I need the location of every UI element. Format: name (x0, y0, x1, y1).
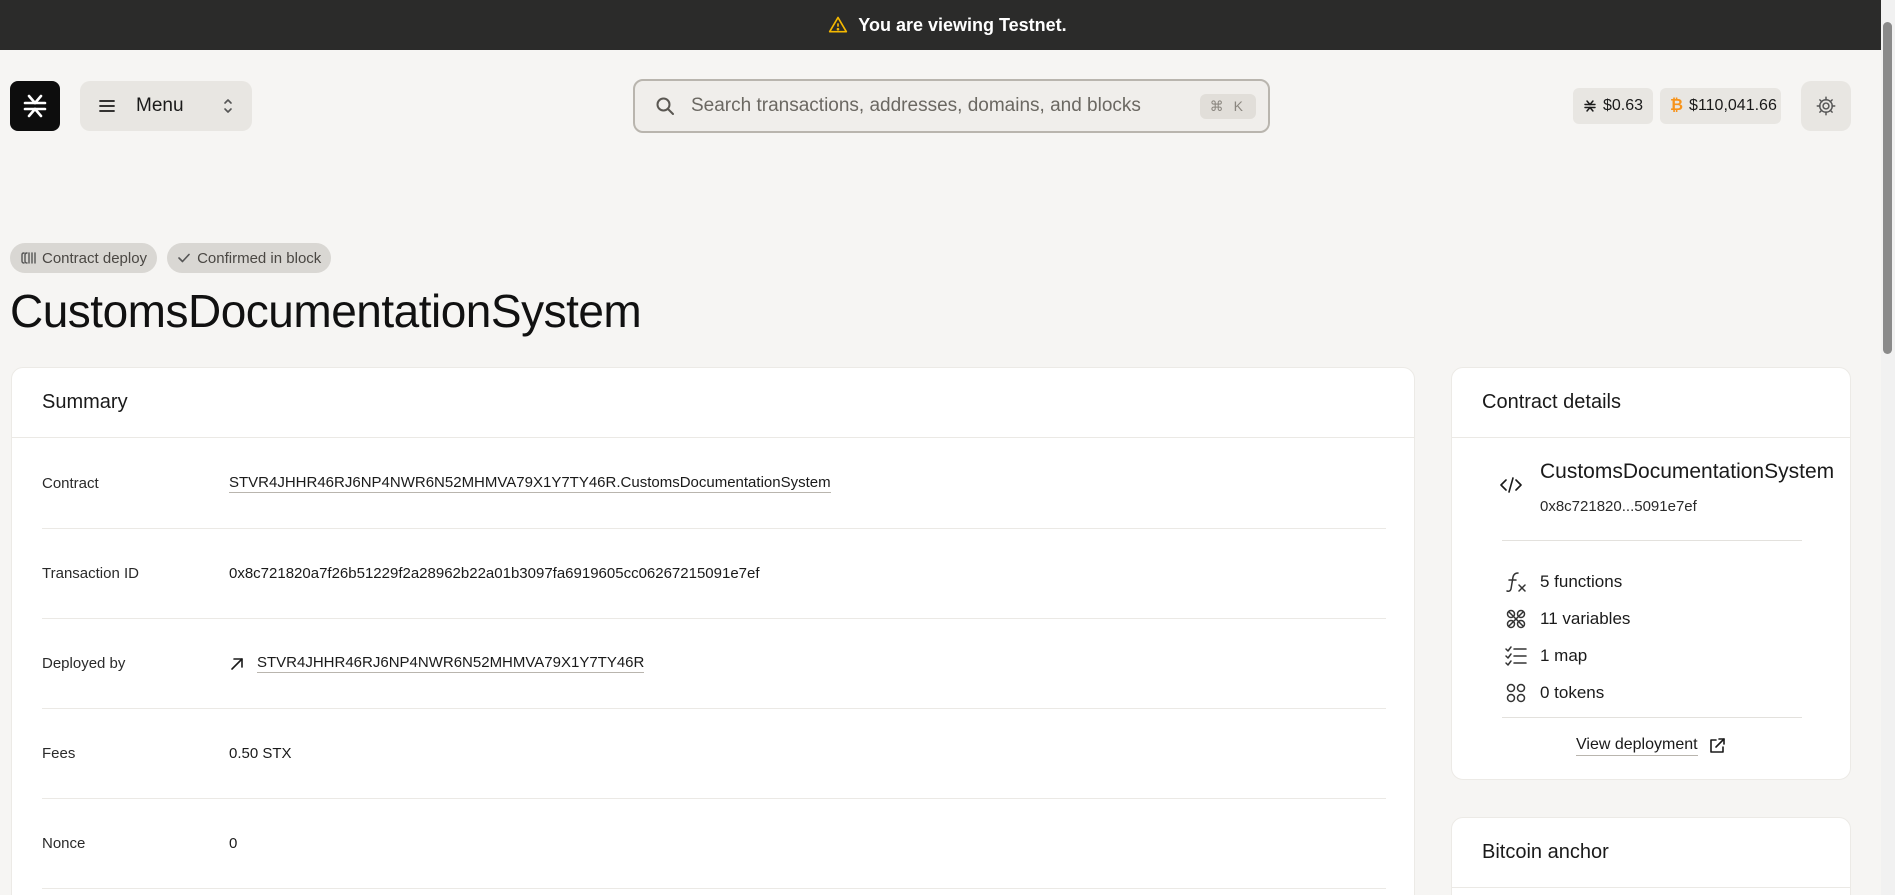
warning-icon (829, 16, 848, 33)
stat-functions: 5 functions (1504, 563, 1630, 600)
banner-text: You are viewing Testnet. (858, 14, 1067, 35)
view-deployment-link[interactable]: View deployment (1576, 736, 1726, 756)
contract-details-card: Contract details CustomsDocumentationSys… (1451, 367, 1851, 780)
search-shortcut: ⌘ K (1199, 93, 1256, 119)
contract-name: CustomsDocumentationSystem (1540, 460, 1835, 483)
divider (1502, 717, 1802, 718)
menu-label: Menu (136, 95, 184, 116)
check-icon (178, 253, 190, 263)
stat-tokens: 0 tokens (1504, 674, 1630, 711)
testnet-banner: You are viewing Testnet. (0, 0, 1895, 50)
scrollbar[interactable] (1881, 0, 1895, 895)
row-label: Transaction ID (42, 565, 139, 582)
summary-card: Summary Contract STVR4JHHR46RJ6NP4NWR6N5… (11, 367, 1415, 895)
page-title: CustomsDocumentationSystem (10, 285, 642, 337)
stat-label: 11 variables (1540, 608, 1631, 628)
summary-row-transaction-id: Transaction ID 0x8c721820a7f26b51229f2a2… (42, 529, 1386, 619)
contract-id-link[interactable]: STVR4JHHR46RJ6NP4NWR6N52MHMVA79X1Y7TY46R… (229, 474, 831, 493)
stat-label: 0 tokens (1540, 682, 1605, 702)
list-check-icon (1505, 645, 1527, 666)
bitcoin-anchor-title: Bitcoin anchor (1452, 818, 1850, 888)
summary-row-contract: Contract STVR4JHHR46RJ6NP4NWR6N52MHMVA79… (42, 439, 1386, 529)
summary-row-deployed-by: Deployed by STVR4JHHR46RJ6NP4NWR6N52MHMV… (42, 619, 1386, 709)
summary-row-fees: Fees 0.50 STX (42, 709, 1386, 799)
stx-price-badge[interactable]: $0.63 (1573, 88, 1653, 124)
function-icon (1506, 571, 1526, 592)
contract-hash: 0x8c721820...5091e7ef (1540, 498, 1697, 515)
tx-badges: Contract deploy Confirmed in block (10, 243, 332, 273)
contract-stats: 5 functions 11 variables 1 map 0 tokens (1504, 563, 1630, 711)
stacks-logo-icon[interactable] (10, 81, 60, 131)
variable-icon (1506, 609, 1526, 628)
badge-contract-deploy: Contract deploy (10, 243, 158, 273)
nonce-value: 0 (229, 835, 238, 852)
menu-button[interactable]: Menu (80, 81, 252, 131)
row-label: Fees (42, 745, 76, 762)
btc-price: $110,041.66 (1689, 97, 1777, 114)
summary-title: Summary (12, 368, 1414, 438)
contract-details-title: Contract details (1452, 368, 1850, 438)
fees-value: 0.50 STX (229, 745, 292, 762)
settings-button[interactable] (1801, 81, 1851, 131)
divider (1502, 540, 1802, 541)
row-label: Nonce (42, 835, 86, 852)
search-icon (656, 97, 674, 115)
btc-price-badge[interactable]: ₿ $110,041.66 (1660, 88, 1781, 124)
stat-variables: 11 variables (1504, 600, 1630, 637)
gear-icon (1816, 96, 1836, 116)
code-icon (1500, 477, 1522, 493)
row-label: Deployed by (42, 655, 126, 672)
stat-maps: 1 map (1504, 637, 1630, 674)
badge-confirmed: Confirmed in block (167, 243, 332, 273)
transaction-id-value: 0x8c721820a7f26b51229f2a28962b22a01b3097… (229, 565, 760, 582)
summary-row-nonce: Nonce 0 (42, 799, 1386, 889)
row-label: Contract (42, 475, 99, 492)
contract-summary: CustomsDocumentationSystem 0x8c721820...… (1500, 460, 1834, 515)
stx-price: $0.63 (1602, 97, 1643, 114)
bitcoin-icon: ₿ (1670, 97, 1684, 114)
hamburger-icon (99, 100, 115, 112)
scrollbar-thumb[interactable] (1883, 22, 1892, 354)
view-deployment-label: View deployment (1576, 736, 1698, 756)
external-link-icon (1709, 738, 1725, 753)
chevron-up-down-icon (224, 99, 232, 113)
tokens-icon (1506, 683, 1526, 702)
arrow-up-right-icon (231, 657, 243, 670)
stat-label: 1 map (1540, 645, 1588, 665)
badge-label: Contract deploy (42, 249, 148, 267)
deployer-address-link[interactable]: STVR4JHHR46RJ6NP4NWR6N52MHMVA79X1Y7TY46R (257, 654, 645, 673)
stat-label: 5 functions (1540, 571, 1623, 591)
contract-icon (21, 252, 36, 264)
stx-icon (1584, 100, 1596, 112)
search-input[interactable]: Search transactions, addresses, domains,… (633, 79, 1270, 133)
search-placeholder: Search transactions, addresses, domains,… (691, 95, 1141, 116)
badge-label: Confirmed in block (197, 249, 322, 267)
bitcoin-anchor-card: Bitcoin anchor (1451, 817, 1851, 895)
